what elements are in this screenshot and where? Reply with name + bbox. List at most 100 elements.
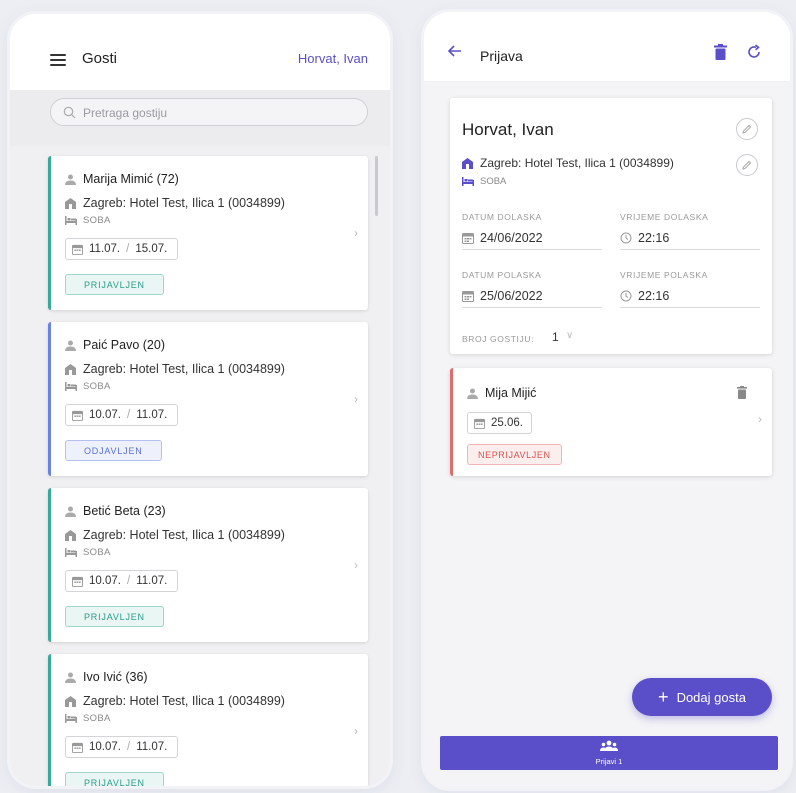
arrival-time-label: VRIJEME DOLASKA <box>620 212 709 222</box>
hotel-row: Zagreb: Hotel Test, Ilica 1 (0034899) <box>65 196 285 210</box>
back-arrow-icon[interactable] <box>448 45 462 57</box>
hotel-icon <box>65 197 76 209</box>
guest-card[interactable]: Betić Beta (23) Zagreb: Hotel Test, Ilica… <box>48 488 368 642</box>
guest-name-row: Mija Mijić <box>467 386 536 400</box>
guest-card[interactable]: Paić Pavo (20) Zagreb: Hotel Test, Ilica … <box>48 322 368 476</box>
hotel-text: Zagreb: Hotel Test, Ilica 1 (0034899) <box>83 694 285 708</box>
departure-time-label: VRIJEME POLASKA <box>620 270 708 280</box>
date-separator: / <box>126 575 131 587</box>
trash-icon[interactable] <box>714 44 727 60</box>
bed-icon <box>462 177 474 186</box>
departure-date-label: DATUM POLASKA <box>462 270 542 280</box>
hotel-text: Zagreb: Hotel Test, Ilica 1 (0034899) <box>480 156 674 170</box>
arrival-date-field[interactable]: 24/06/2022 <box>462 226 602 250</box>
date-separator: / <box>126 741 131 753</box>
delete-guest-icon[interactable] <box>737 386 747 399</box>
current-user-link[interactable]: Horvat, Ivan <box>298 51 368 66</box>
hotel-row: Zagreb: Hotel Test, Ilica 1 (0034899) <box>65 362 285 376</box>
room-row: SOBA <box>462 176 506 187</box>
scrollbar[interactable] <box>375 156 378 216</box>
guest-date-box: 25.06. <box>467 412 532 434</box>
room-text: SOBA <box>83 381 111 392</box>
checkin-body: Horvat, Ivan Zagreb: Hotel Test, Ilica 1… <box>424 82 790 788</box>
bed-icon <box>65 216 77 225</box>
arrival-time-field[interactable]: 22:16 <box>620 226 760 250</box>
guest-card[interactable]: Marija Mimić (72) Zagreb: Hotel Test, Ili… <box>48 156 368 310</box>
add-guest-button[interactable]: + Dodaj gosta <box>632 678 772 716</box>
chevron-right-icon: › <box>354 558 358 572</box>
edit-hotel-pencil-icon[interactable] <box>736 154 758 176</box>
date-to: 11.07. <box>136 409 168 421</box>
date-separator: / <box>126 243 130 255</box>
guest-name-row: Paić Pavo (20) <box>65 338 165 352</box>
departure-time-field[interactable]: 22:16 <box>620 284 760 308</box>
search-icon <box>63 106 76 119</box>
person-icon <box>65 506 76 517</box>
status-badge: NEPRIJAVLJEN <box>467 444 562 465</box>
hotel-icon <box>65 363 76 375</box>
edit-name-pencil-icon[interactable] <box>736 118 758 140</box>
person-icon <box>467 388 478 399</box>
guest-list[interactable]: Marija Mimić (72) Zagreb: Hotel Test, Ili… <box>10 146 390 786</box>
page-title: Prijava <box>480 48 523 64</box>
guest-card[interactable]: Mija Mijić 25.06. NEPRIJAVLJEN › <box>450 368 772 476</box>
calendar-icon <box>72 410 83 421</box>
person-icon <box>65 672 76 683</box>
app-header: Prijava <box>424 12 790 82</box>
room-text: SOBA <box>83 713 111 724</box>
hotel-text: Zagreb: Hotel Test, Ilica 1 (0034899) <box>83 528 285 542</box>
search-input[interactable] <box>83 104 343 122</box>
bed-icon <box>65 382 77 391</box>
status-badge: ODJAVLJEN <box>65 440 162 461</box>
guest-name: Mija Mijić <box>485 386 537 400</box>
refresh-icon[interactable] <box>746 44 762 60</box>
guest-count-select[interactable]: 1 <box>552 330 559 344</box>
person-icon <box>65 340 76 351</box>
hotel-row: Zagreb: Hotel Test, Ilica 1 (0034899) <box>65 528 285 542</box>
hotel-text: Zagreb: Hotel Test, Ilica 1 (0034899) <box>83 196 285 210</box>
calendar-icon <box>462 232 474 244</box>
departure-time-value: 22:16 <box>638 288 670 303</box>
chevron-right-icon: › <box>354 226 358 240</box>
departure-date-value: 25/06/2022 <box>480 288 543 303</box>
page-title: Gosti <box>82 50 118 67</box>
guest-name-row: Marija Mimić (72) <box>65 172 179 186</box>
guest-list-screen: Gosti Horvat, Ivan Marija Mimić (72) Zagr… <box>10 14 390 786</box>
bed-icon <box>65 548 77 557</box>
status-badge: PRIJAVLJEN <box>65 274 164 295</box>
submit-checkin-button[interactable]: Prijavi 1 <box>440 736 778 770</box>
calendar-icon <box>72 576 83 587</box>
guest-date: 25.06. <box>491 417 523 429</box>
room-row: SOBA <box>65 381 111 392</box>
guest-count-label: BROJ GOSTIJU: <box>462 334 535 344</box>
room-text: SOBA <box>83 547 111 558</box>
app-header: Gosti Horvat, Ivan <box>10 14 390 90</box>
clock-icon <box>620 290 632 301</box>
person-icon <box>65 174 76 185</box>
date-range-box: 10.07. / 11.07. <box>65 570 179 592</box>
guest-card[interactable]: Ivo Ivić (36) Zagreb: Hotel Test, Ilica 1… <box>48 654 368 786</box>
arrival-date-value: 24/06/2022 <box>480 230 543 245</box>
calendar-icon <box>72 742 83 753</box>
date-to: 11.07. <box>136 741 168 753</box>
room-text: SOBA <box>480 176 507 187</box>
date-to: 11.07. <box>136 575 168 587</box>
guest-name-row: Ivo Ivić (36) <box>65 670 148 684</box>
primary-guest-name: Horvat, Ivan <box>462 120 554 139</box>
search-box[interactable] <box>50 98 368 126</box>
group-icon <box>600 740 618 751</box>
departure-date-field[interactable]: 25/06/2022 <box>462 284 602 308</box>
chevron-right-icon: › <box>354 392 358 406</box>
hamburger-menu-icon[interactable] <box>50 54 66 66</box>
room-row: SOBA <box>65 215 111 226</box>
guest-name: Betić Beta (23) <box>83 504 166 518</box>
date-range-box: 11.07. / 15.07. <box>65 238 179 260</box>
hotel-row: Zagreb: Hotel Test, Ilica 1 (0034899) <box>65 694 285 708</box>
guest-name: Marija Mimić (72) <box>83 172 179 186</box>
date-from: 10.07. <box>89 409 121 421</box>
chevron-right-icon: › <box>758 412 762 426</box>
date-from: 10.07. <box>89 741 121 753</box>
bed-icon <box>65 714 77 723</box>
status-badge: PRIJAVLJEN <box>65 772 164 786</box>
arrival-date-label: DATUM DOLASKA <box>462 212 542 222</box>
